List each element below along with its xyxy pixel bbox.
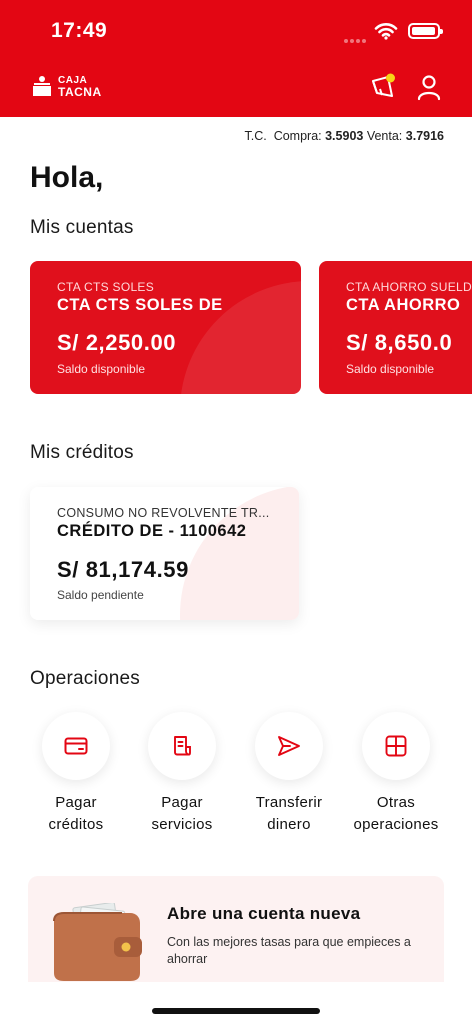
credit-balance: S/ 81,174.59 — [57, 557, 189, 582]
battery-icon — [408, 23, 443, 39]
home-indicator[interactable] — [152, 1008, 320, 1014]
op-label: créditos — [48, 816, 104, 833]
user-icon[interactable] — [414, 72, 444, 102]
account-type: CTA CTS SOLES — [57, 280, 155, 294]
account-card[interactable]: CTA CTS SOLES CTA CTS SOLES DE S/ 2,250.… — [30, 261, 301, 394]
op-label: Transferir — [255, 794, 323, 811]
wifi-icon — [374, 23, 398, 40]
account-balance: S/ 2,250.00 — [57, 330, 177, 355]
credit-card[interactable]: CONSUMO NO REVOLVENTE TR... CRÉDITO DE -… — [30, 487, 299, 620]
account-name: CTA CTS SOLES DE — [57, 296, 223, 314]
send-icon — [278, 736, 300, 756]
promo-title: Abre una cuenta nueva — [167, 904, 361, 923]
buy-rate: 3.5903 — [325, 129, 364, 143]
other-operations-button[interactable]: Otras operaciones — [341, 712, 451, 836]
credit-balance-label: Saldo pendiente — [57, 588, 144, 602]
open-account-banner[interactable]: Abre una cuenta nueva Con las mejores ta… — [28, 876, 444, 982]
credit-type: CONSUMO NO REVOLVENTE TR... — [57, 506, 270, 520]
op-label: servicios — [151, 816, 213, 833]
grid-icon — [385, 735, 407, 757]
operations-section-title: Operaciones — [30, 668, 140, 689]
op-label: Otras — [376, 794, 416, 811]
logo-text: CAJA TACNA — [58, 75, 102, 99]
caja-tacna-logo[interactable]: CAJA TACNA — [29, 74, 102, 100]
op-label: Pagar — [55, 794, 97, 811]
signal-icon — [344, 30, 370, 43]
credit-name: CRÉDITO DE - 1100642 — [57, 522, 247, 540]
wallet-icon — [53, 903, 142, 981]
greeting: Hola, — [30, 161, 104, 194]
notification-icon[interactable] — [368, 72, 398, 102]
top-bar: 17:49 CAJA TACNA — [0, 0, 472, 117]
account-type: CTA AHORRO SUELD — [346, 280, 472, 294]
card-icon — [64, 737, 88, 755]
account-name: CTA AHORRO — [346, 296, 461, 314]
transfer-money-button[interactable]: Transferir dinero — [234, 712, 344, 836]
receipt-icon — [174, 736, 191, 756]
op-label: dinero — [267, 816, 311, 833]
logo-mark-icon — [29, 74, 55, 100]
exchange-rate: T.C. Compra: 3.5903 Venta: 3.7916 — [244, 129, 445, 143]
promo-description: Con las mejores tasas para que empieces … — [167, 935, 411, 966]
pay-services-button[interactable]: Pagar servicios — [127, 712, 237, 836]
account-balance-label: Saldo disponible — [346, 362, 435, 376]
sell-rate: 3.7916 — [405, 129, 444, 143]
status-time: 17:49 — [51, 19, 108, 42]
account-balance-label: Saldo disponible — [57, 362, 146, 376]
account-card[interactable]: CTA AHORRO SUELD CTA AHORRO S/ 8,650.0 S… — [319, 261, 472, 394]
credits-section-title: Mis créditos — [30, 442, 134, 463]
pay-credits-button[interactable]: Pagar créditos — [21, 712, 131, 836]
account-balance: S/ 8,650.0 — [346, 330, 453, 355]
op-label: operaciones — [353, 816, 439, 833]
op-label: Pagar — [161, 794, 203, 811]
accounts-section-title: Mis cuentas — [30, 217, 134, 238]
